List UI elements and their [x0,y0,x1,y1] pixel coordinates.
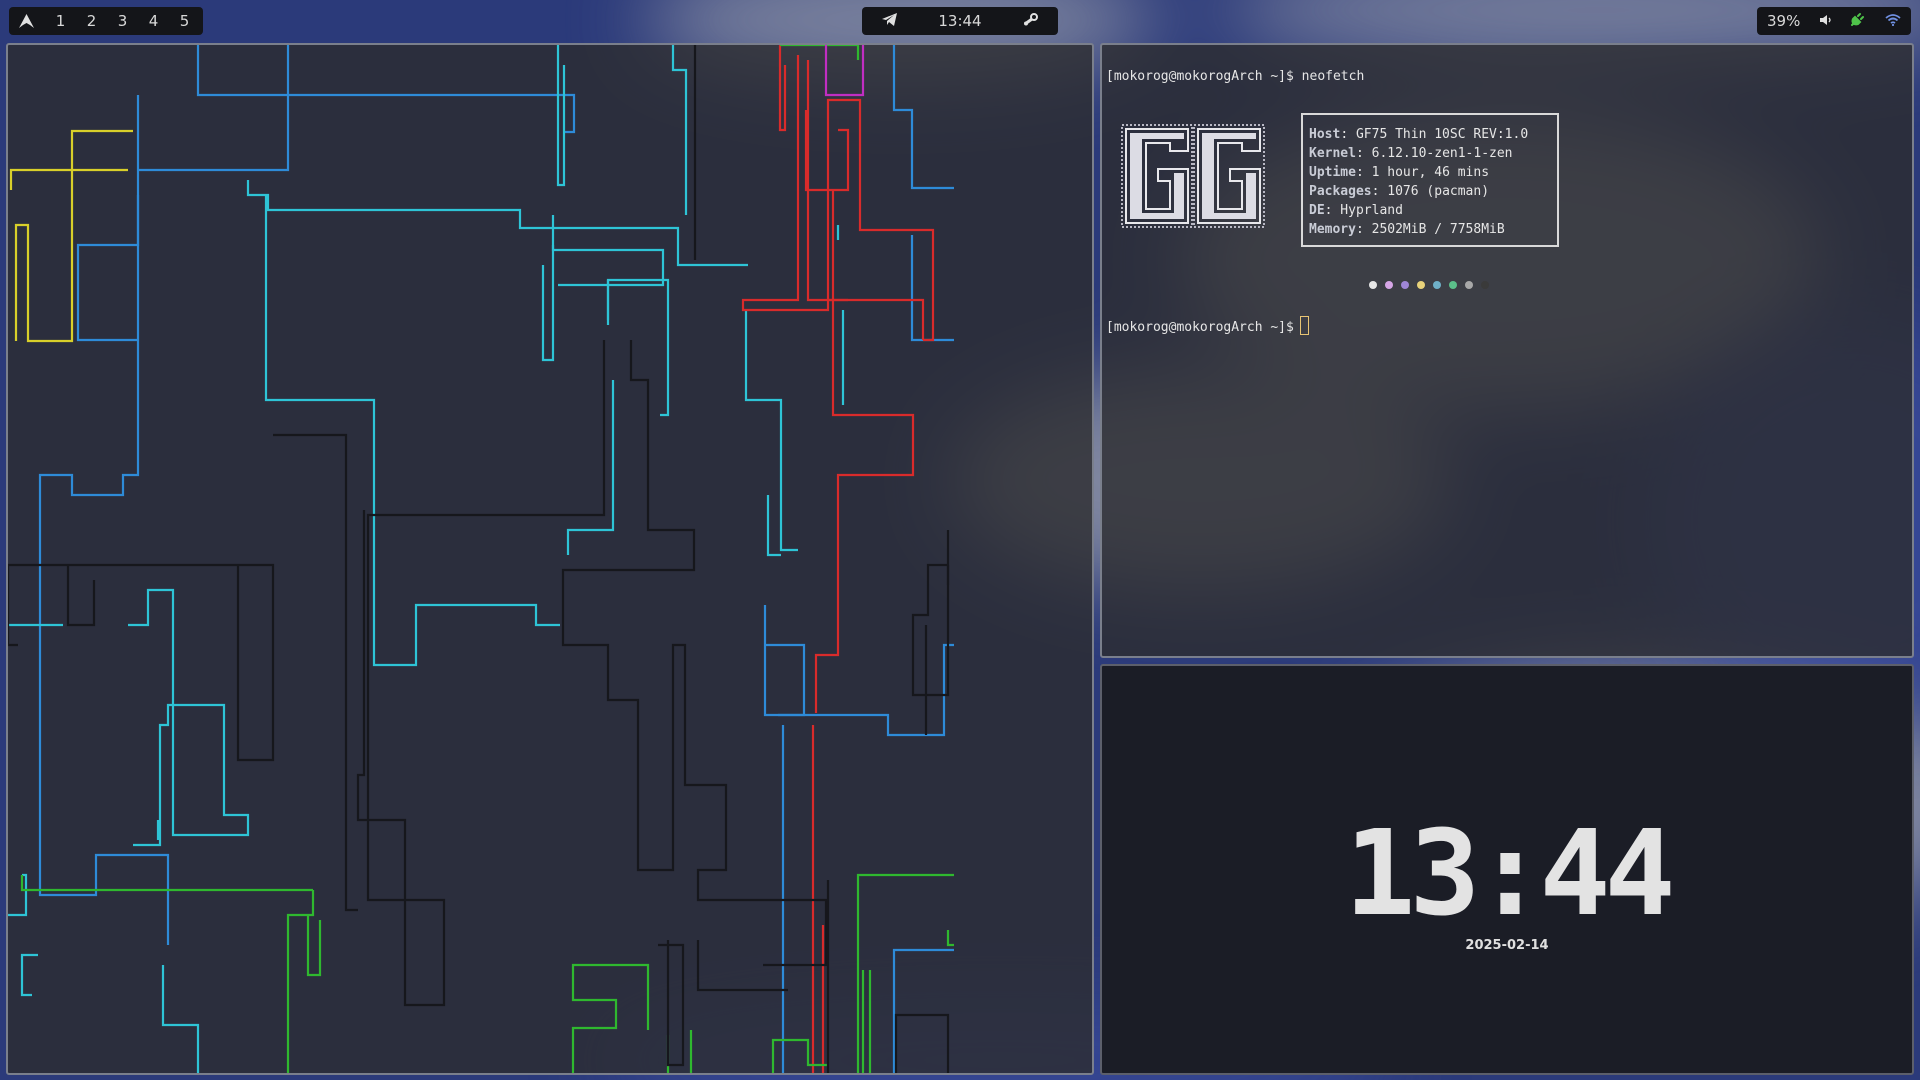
info-uptime: Uptime: 1 hour, 46 mins [1309,165,1490,180]
palette-dot [1481,281,1489,289]
telegram-icon[interactable] [882,12,897,30]
steam-icon[interactable] [1023,12,1038,30]
palette-dot [1465,281,1473,289]
system-info-list: Host: GF75 Thin 10SC REV:1.0 Kernel: 6.1… [1309,125,1528,239]
bar-status-module: 39% [1757,7,1911,35]
info-memory: Memory: 2502MiB / 7758MiB [1309,222,1505,237]
ascii-logo-icon [1121,124,1265,228]
bar-clock[interactable]: 13:44 [938,12,981,30]
wifi-icon[interactable] [1885,12,1901,30]
clock-widget-window[interactable]: 13:44 2025-02-14 [1100,664,1914,1075]
terminal-cursor [1299,316,1309,335]
workspace-2-button[interactable]: 2 [76,12,107,30]
workspace-bar: 1 2 3 4 5 [9,7,203,35]
bar-center-module: 13:44 [862,7,1058,35]
clock-date: 2025-02-14 [1465,938,1549,953]
palette-dot [1417,281,1425,289]
arch-linux-logo-icon[interactable] [19,14,45,28]
terminal-prompt: [mokorog@mokorogArch ~]$ [1106,320,1294,335]
workspace-3-button[interactable]: 3 [107,12,138,30]
palette-dot [1385,281,1393,289]
neofetch-terminal-window[interactable]: [mokorog@mokorogArch ~]$ neofetch Host: … [1100,43,1914,658]
workspace-4-button[interactable]: 4 [138,12,169,30]
terminal-command-line: [mokorog@mokorogArch ~]$ neofetch [1106,69,1365,84]
terminal-prompt-line[interactable]: [mokorog@mokorogArch ~]$ [1106,316,1309,335]
system-info-box: Host: GF75 Thin 10SC REV:1.0 Kernel: 6.1… [1301,113,1559,247]
info-host: Host: GF75 Thin 10SC REV:1.0 [1309,127,1529,142]
workspace-5-button[interactable]: 5 [169,12,200,30]
palette-dot [1401,281,1409,289]
battery-percentage[interactable]: 39% [1767,12,1800,30]
info-packages: Packages: 1076 (pacman) [1309,184,1490,199]
volume-icon[interactable] [1819,12,1832,30]
pipes-animation [8,45,954,1073]
info-kernel: Kernel: 6.12.10-zen1-1-zen [1309,146,1513,161]
pipes-terminal-window[interactable] [6,43,1094,1075]
palette-dot [1369,281,1377,289]
color-palette-dots [1369,281,1489,289]
power-plug-icon[interactable] [1851,12,1865,30]
palette-dot [1449,281,1457,289]
clock-time: 13:44 [1344,804,1675,942]
info-de: DE: Hyprland [1309,203,1403,218]
palette-dot [1433,281,1441,289]
workspace-1-button[interactable]: 1 [45,12,76,30]
